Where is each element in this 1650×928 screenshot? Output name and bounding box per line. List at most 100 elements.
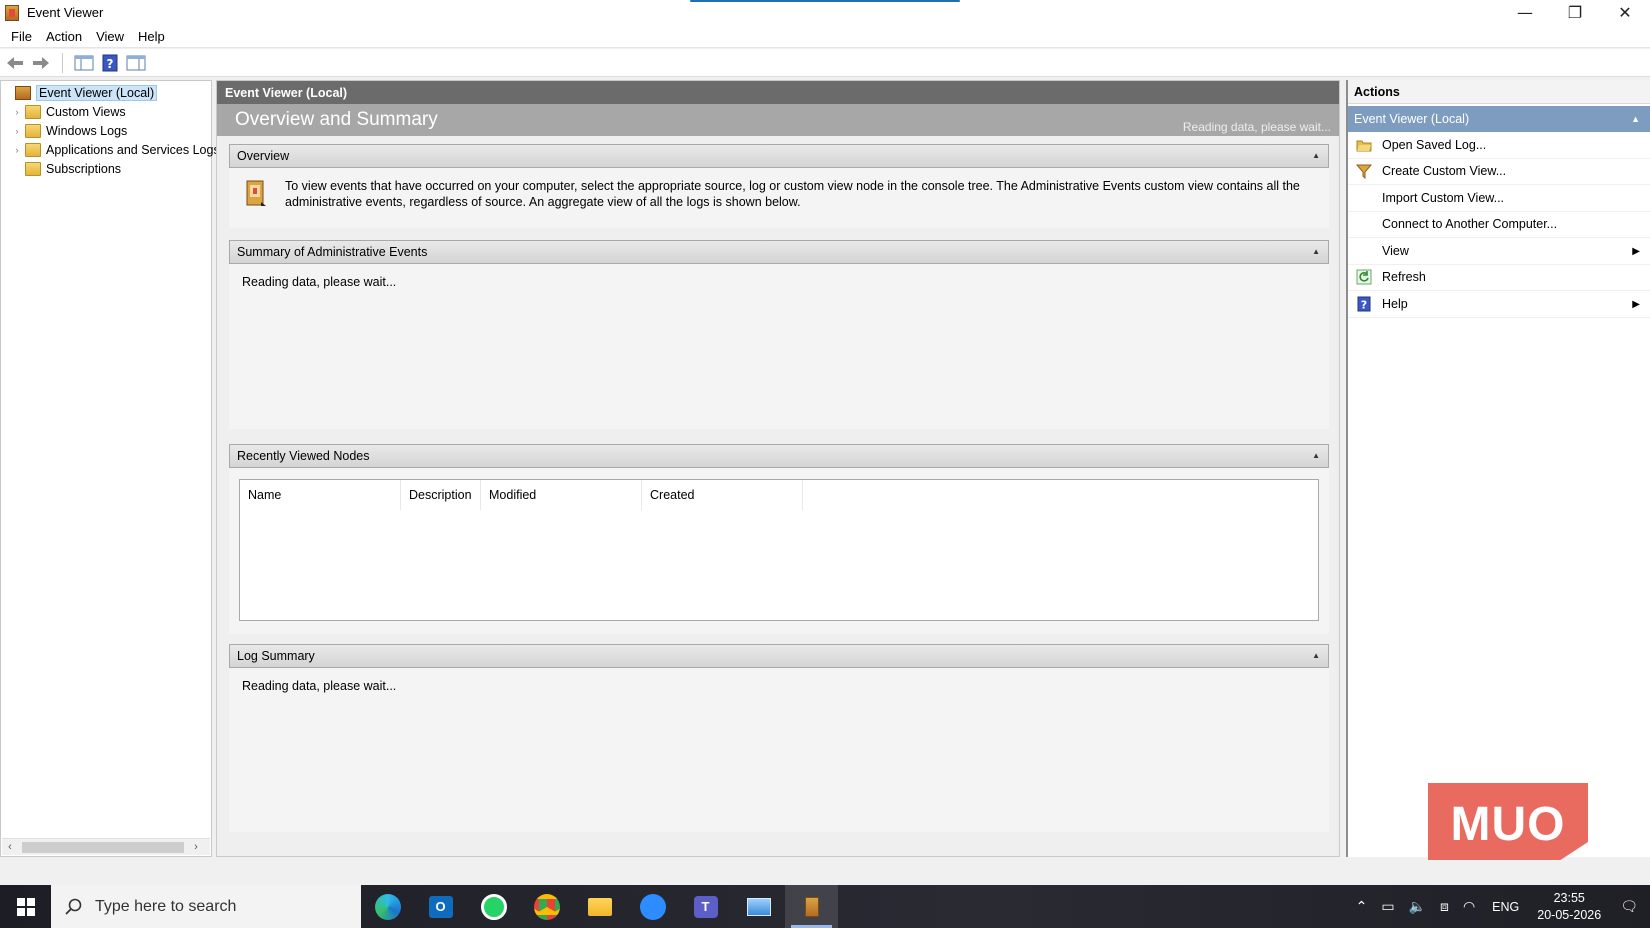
center-pane-header: Event Viewer (Local): [217, 81, 1339, 104]
collapse-icon[interactable]: ▲: [1312, 151, 1320, 160]
action-view[interactable]: View ▶: [1348, 238, 1650, 265]
show-hide-action-pane-button[interactable]: [125, 52, 147, 74]
chevron-right-icon[interactable]: ›: [11, 107, 23, 117]
tree-item-label: Event Viewer (Local): [36, 84, 158, 101]
chevron-right-icon[interactable]: ›: [11, 126, 23, 136]
action-label: Open Saved Log...: [1382, 137, 1487, 152]
column-header-modified[interactable]: Modified: [481, 480, 642, 510]
menu-file[interactable]: File: [4, 29, 39, 44]
action-import-custom-view[interactable]: Import Custom View...: [1348, 185, 1650, 212]
taskbar-event-viewer[interactable]: [785, 885, 838, 928]
tree-horizontal-scrollbar[interactable]: ‹ ›: [2, 838, 210, 855]
admin-events-section-header[interactable]: Summary of Administrative Events ▲: [229, 240, 1329, 264]
action-refresh[interactable]: Refresh: [1348, 265, 1650, 291]
tree-item-applications-and-services-logs[interactable]: › Applications and Services Logs: [11, 140, 221, 159]
menu-view[interactable]: View: [89, 29, 131, 44]
chevron-right-icon[interactable]: ›: [11, 145, 23, 155]
taskbar-outlook[interactable]: O: [414, 885, 467, 928]
help-toolbar-button[interactable]: ?: [99, 52, 121, 74]
start-button[interactable]: [0, 885, 51, 928]
status-bar: [0, 860, 1650, 885]
folder-icon: [25, 104, 41, 119]
wifi-icon[interactable]: ◠: [1463, 899, 1475, 915]
collapse-icon[interactable]: ▲: [1312, 451, 1320, 460]
notification-icon[interactable]: 🗨: [1620, 899, 1638, 915]
action-connect-to-another-computer[interactable]: Connect to Another Computer...: [1348, 212, 1650, 238]
taskbar-zoom[interactable]: [626, 885, 679, 928]
event-viewer-taskbar-icon: [804, 896, 819, 917]
scroll-left-icon[interactable]: ‹: [2, 841, 18, 853]
overview-section-body: To view events that have occurred on you…: [229, 168, 1329, 228]
menu-action[interactable]: Action: [39, 29, 89, 44]
actions-group-label: Event Viewer (Local): [1354, 112, 1470, 126]
volume-icon[interactable]: 🔈: [1409, 899, 1426, 915]
refresh-icon: [1356, 269, 1372, 285]
actions-group-header[interactable]: Event Viewer (Local) ▲: [1348, 106, 1650, 132]
tree-item-windows-logs[interactable]: › Windows Logs: [11, 121, 221, 140]
whatsapp-icon: [480, 893, 507, 920]
actions-pane: Actions Event Viewer (Local) ▲ Open Save…: [1346, 80, 1650, 857]
file-explorer-icon: [587, 897, 612, 916]
muo-watermark-logo: MUO: [1428, 783, 1588, 865]
close-button[interactable]: ✕: [1600, 0, 1650, 25]
column-header-description[interactable]: Description: [401, 480, 481, 510]
menu-help[interactable]: Help: [131, 29, 172, 44]
taskbar-clock[interactable]: 23:55 20-05-2026: [1537, 890, 1601, 924]
tree-item-custom-views[interactable]: › Custom Views: [11, 102, 221, 121]
toolbar: ?: [0, 49, 1650, 77]
svg-text:?: ?: [107, 57, 114, 71]
taskbar-control-panel[interactable]: [732, 885, 785, 928]
taskbar: Type here to search O T ⌃ ▭ 🔈 ⧈ ◠ ENG 23…: [0, 885, 1650, 928]
log-summary-section: Log Summary ▲ Reading data, please wait.…: [229, 644, 1329, 832]
chevron-up-icon[interactable]: ⌃: [1356, 899, 1368, 915]
action-create-custom-view[interactable]: Create Custom View...: [1348, 159, 1650, 185]
minimize-button[interactable]: —: [1500, 0, 1550, 25]
back-button[interactable]: [4, 52, 26, 74]
admin-events-status: Reading data, please wait...: [242, 275, 397, 289]
admin-events-section-body: Reading data, please wait...: [229, 264, 1329, 429]
taskbar-edge[interactable]: [361, 885, 414, 928]
overview-section-header[interactable]: Overview ▲: [229, 144, 1329, 168]
forward-arrow-icon: [33, 56, 49, 69]
scroll-right-icon[interactable]: ›: [188, 841, 204, 853]
action-help[interactable]: ? Help ▶: [1348, 291, 1650, 318]
zoom-icon: [639, 893, 666, 920]
logs-folder-icon: [25, 123, 41, 138]
menu-bar: File Action View Help: [0, 25, 1650, 48]
section-title: Overview: [237, 149, 290, 163]
forward-button[interactable]: [30, 52, 52, 74]
actions-pane-title: Actions: [1348, 80, 1650, 104]
tree-item-subscriptions[interactable]: Subscriptions: [11, 159, 221, 178]
action-label: View: [1382, 243, 1409, 258]
collapse-icon[interactable]: ▲: [1312, 247, 1320, 256]
clock-time: 23:55: [1553, 890, 1585, 905]
column-header-created[interactable]: Created: [642, 480, 803, 510]
language-indicator[interactable]: ENG: [1492, 900, 1519, 914]
show-hide-console-tree-button[interactable]: [73, 52, 95, 74]
collapse-icon[interactable]: ▲: [1312, 651, 1320, 660]
battery-icon[interactable]: ▭: [1381, 899, 1394, 915]
taskbar-chrome[interactable]: [520, 885, 573, 928]
taskbar-search-box[interactable]: Type here to search: [51, 885, 361, 928]
restore-button[interactable]: ❐: [1550, 0, 1600, 25]
log-summary-section-body: Reading data, please wait...: [229, 668, 1329, 832]
recent-nodes-section-header[interactable]: Recently Viewed Nodes ▲: [229, 444, 1329, 468]
network-icon[interactable]: ⧈: [1440, 899, 1449, 915]
taskbar-teams[interactable]: T: [679, 885, 732, 928]
center-content: Overview ▲ To view events that have occu…: [217, 136, 1339, 856]
taskbar-file-explorer[interactable]: [573, 885, 626, 928]
control-panel-icon: [746, 897, 771, 916]
log-summary-section-header[interactable]: Log Summary ▲: [229, 644, 1329, 668]
blank-action-icon: [1356, 216, 1372, 232]
event-log-icon: [246, 180, 266, 206]
tree-item-event-viewer-local[interactable]: Event Viewer (Local): [1, 83, 211, 102]
collapse-icon[interactable]: ▲: [1631, 114, 1640, 124]
taskbar-whatsapp[interactable]: [467, 885, 520, 928]
banner-status-text: Reading data, please wait...: [1182, 120, 1331, 134]
column-header-name[interactable]: Name: [240, 480, 401, 510]
help-book-icon: ?: [102, 54, 118, 71]
action-open-saved-log[interactable]: Open Saved Log...: [1348, 132, 1650, 159]
blank-action-icon: [1356, 243, 1372, 259]
scrollbar-thumb[interactable]: [22, 841, 184, 853]
overview-description: To view events that have occurred on you…: [285, 179, 1300, 209]
